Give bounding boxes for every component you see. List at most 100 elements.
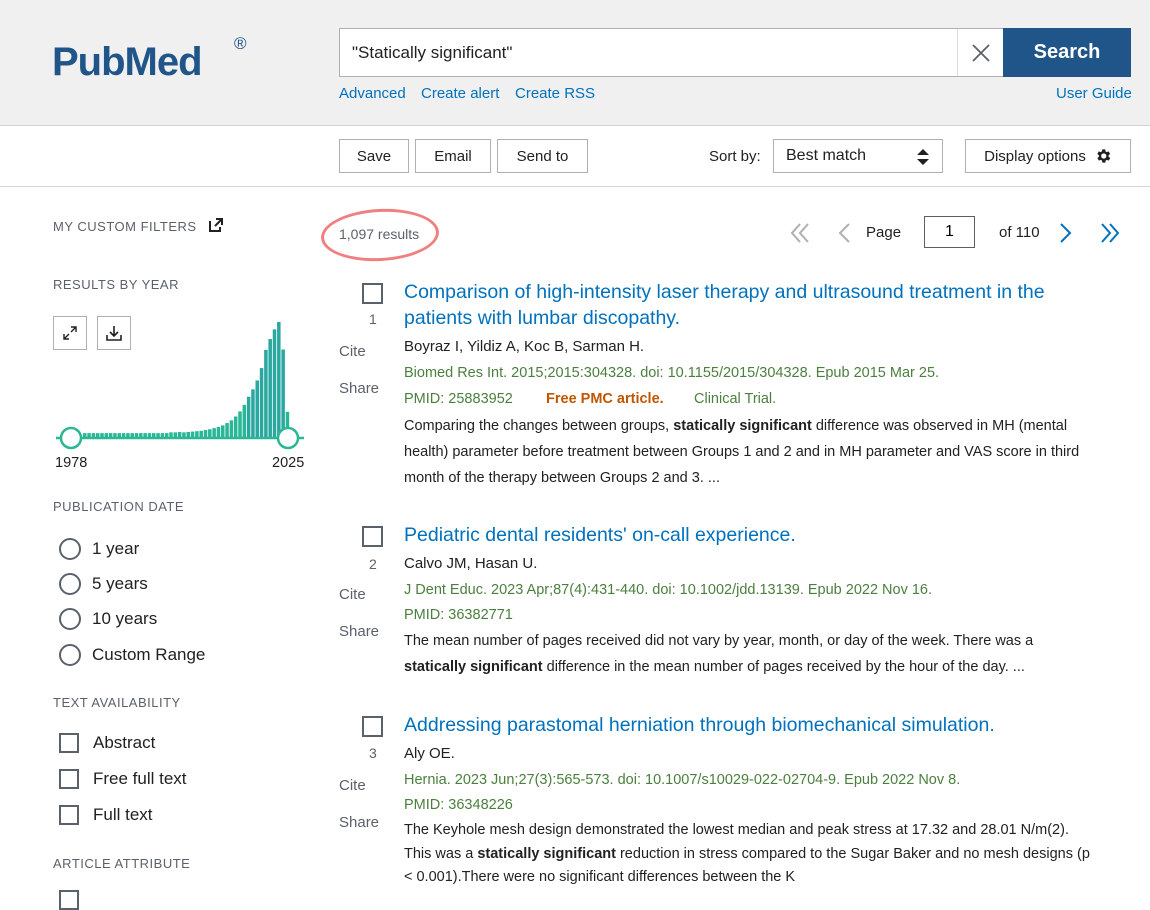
filter-free-full-text[interactable]: Free full text — [59, 769, 187, 789]
histogram-bar[interactable] — [182, 432, 186, 437]
create-alert-link[interactable]: Create alert — [421, 85, 499, 102]
advanced-link[interactable]: Advanced — [339, 85, 406, 102]
histogram-bar[interactable] — [108, 433, 113, 437]
histogram-bar[interactable] — [277, 322, 281, 437]
cite-button[interactable]: Cite — [339, 343, 379, 360]
histogram-bar[interactable] — [100, 433, 104, 437]
previous-page-icon[interactable] — [834, 221, 854, 245]
checkbox[interactable] — [59, 890, 79, 910]
histogram-bar[interactable] — [255, 380, 260, 437]
logo-text: PubMed — [52, 40, 203, 84]
cite-button[interactable]: Cite — [339, 586, 379, 603]
histogram-bar[interactable] — [104, 433, 109, 437]
histogram-bar[interactable] — [190, 431, 195, 437]
histogram-bar[interactable] — [259, 368, 264, 437]
clear-search-button[interactable] — [957, 29, 1004, 76]
next-page-icon[interactable] — [1056, 221, 1076, 245]
filter-full-text[interactable]: Full text — [59, 805, 153, 825]
histogram-bar[interactable] — [130, 433, 134, 437]
results-by-year-histogram[interactable] — [50, 312, 310, 452]
search-input[interactable] — [340, 29, 955, 76]
create-rss-link[interactable]: Create RSS — [515, 85, 595, 102]
share-button[interactable]: Share — [339, 814, 379, 831]
histogram-bar[interactable] — [113, 433, 117, 437]
histogram-bar[interactable] — [134, 433, 139, 437]
histogram-bar[interactable] — [225, 423, 229, 437]
histogram-bar[interactable] — [264, 349, 268, 437]
pubmed-logo[interactable]: PubMed ® — [52, 26, 252, 92]
filter-abstract[interactable]: Abstract — [59, 733, 155, 753]
result-checkbox[interactable] — [362, 283, 383, 304]
histogram-bar[interactable] — [143, 433, 147, 437]
date-filter-10-years[interactable]: 10 years — [59, 608, 157, 630]
date-filter-5-years[interactable]: 5 years — [59, 573, 148, 595]
histogram-bar[interactable] — [117, 433, 122, 437]
share-button[interactable]: Share — [339, 623, 379, 640]
range-handle-end[interactable] — [276, 426, 300, 450]
first-page-icon[interactable] — [788, 221, 812, 245]
result-title[interactable]: Comparison of high-intensity laser thera… — [404, 279, 1084, 331]
radio-button[interactable] — [59, 573, 81, 595]
histogram-bar[interactable] — [177, 431, 182, 437]
histogram-bar[interactable] — [246, 396, 251, 437]
histogram-bar[interactable] — [238, 411, 242, 437]
range-handle-start[interactable] — [59, 426, 83, 450]
histogram-bar[interactable] — [152, 433, 156, 437]
share-button[interactable]: Share — [339, 380, 379, 397]
histogram-bar[interactable] — [251, 389, 255, 437]
filter-article-attribute[interactable] — [59, 890, 93, 910]
date-filter-1-year[interactable]: 1 year — [59, 538, 139, 560]
histogram-bar[interactable] — [268, 339, 272, 437]
histogram-bar[interactable] — [147, 433, 152, 437]
histogram-bar[interactable] — [121, 433, 126, 437]
histogram-bar[interactable] — [156, 433, 160, 437]
checkbox[interactable] — [59, 769, 79, 789]
result-checkbox[interactable] — [362, 526, 383, 547]
histogram-bar[interactable] — [126, 433, 130, 437]
histogram-bar[interactable] — [208, 429, 212, 437]
my-custom-filters-link[interactable]: MY CUSTOM FILTERS — [53, 218, 223, 234]
checkbox[interactable] — [59, 805, 79, 825]
cite-button[interactable]: Cite — [339, 777, 379, 794]
histogram-bar[interactable] — [203, 430, 208, 437]
radio-button[interactable] — [59, 644, 81, 666]
result-checkbox[interactable] — [362, 716, 383, 737]
checkbox[interactable] — [59, 733, 79, 753]
last-page-icon[interactable] — [1098, 221, 1122, 245]
histogram-bar[interactable] — [195, 431, 199, 437]
histogram-bar[interactable] — [242, 404, 247, 437]
send-to-button[interactable]: Send to — [497, 139, 588, 173]
histogram-bar[interactable] — [186, 431, 191, 437]
page-number-input[interactable] — [924, 216, 975, 248]
histogram-bar[interactable] — [160, 433, 165, 437]
histogram-bar[interactable] — [169, 432, 173, 437]
histogram-bar[interactable] — [87, 433, 91, 437]
result-citation: J Dent Educ. 2023 Apr;87(4):431-440. doi… — [404, 582, 933, 598]
radio-button[interactable] — [59, 538, 81, 560]
histogram-bar[interactable] — [221, 425, 225, 437]
histogram-bar[interactable] — [212, 428, 216, 437]
display-options-button[interactable]: Display options — [965, 139, 1131, 173]
result-title[interactable]: Pediatric dental residents' on-call expe… — [404, 522, 1084, 548]
histogram-bar[interactable] — [91, 433, 96, 437]
histogram-bar[interactable] — [164, 433, 169, 437]
histogram-bar[interactable] — [216, 426, 221, 437]
histogram-bar[interactable] — [83, 433, 87, 437]
histogram-bar[interactable] — [173, 432, 178, 437]
histogram-bar[interactable] — [281, 349, 285, 437]
close-icon — [972, 43, 990, 62]
email-button[interactable]: Email — [415, 139, 491, 173]
histogram-bar[interactable] — [139, 433, 143, 437]
histogram-bar[interactable] — [272, 329, 277, 437]
histogram-bar[interactable] — [199, 430, 203, 437]
result-title[interactable]: Addressing parastomal herniation through… — [404, 712, 1084, 738]
histogram-bar[interactable] — [233, 416, 238, 437]
histogram-bar[interactable] — [95, 433, 100, 437]
histogram-bar[interactable] — [229, 420, 234, 437]
radio-button[interactable] — [59, 608, 81, 630]
date-filter-custom-range[interactable]: Custom Range — [59, 644, 205, 666]
save-button[interactable]: Save — [339, 139, 409, 173]
user-guide-link[interactable]: User Guide — [1056, 85, 1132, 102]
search-button[interactable]: Search — [1003, 28, 1131, 77]
sort-select[interactable]: Best match — [773, 139, 943, 173]
